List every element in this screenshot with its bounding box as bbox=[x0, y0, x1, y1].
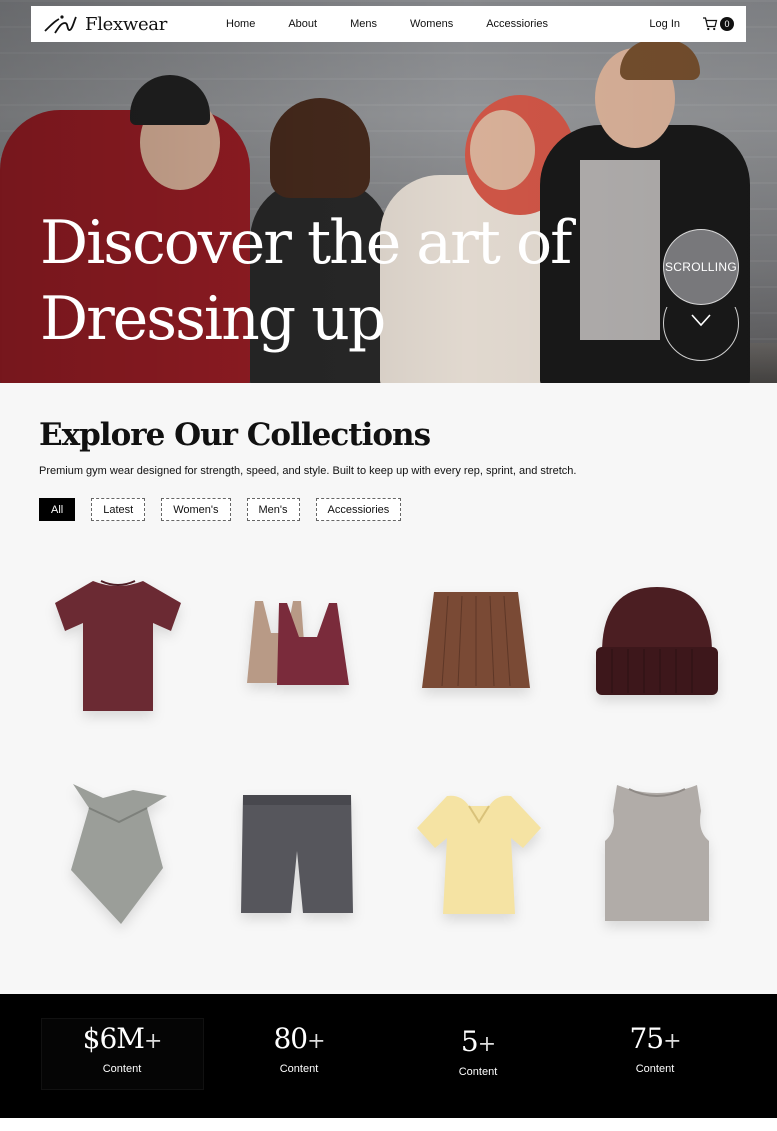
stats-bar: $6M+ Content 80+ Content 5+ Content 75+ … bbox=[0, 994, 777, 1118]
stat-3-label: Content bbox=[458, 1066, 498, 1078]
stat-3-value: 5+ bbox=[398, 1025, 558, 1058]
stat-4-number: 75 bbox=[629, 1022, 664, 1055]
product-grey-scarf[interactable] bbox=[43, 773, 193, 933]
stat-2-plus: + bbox=[307, 1029, 325, 1054]
scarf-image bbox=[71, 784, 167, 924]
stat-3-plus: + bbox=[477, 1032, 496, 1057]
stat-2-number: 80 bbox=[273, 1022, 308, 1055]
collections-title: Explore Our Collections bbox=[39, 417, 431, 453]
product-grey-shorts[interactable] bbox=[222, 773, 372, 933]
sports-bra-image bbox=[247, 601, 349, 685]
filter-all[interactable]: All bbox=[39, 498, 76, 521]
skirt-image bbox=[422, 592, 530, 688]
product-yellow-blouse[interactable] bbox=[403, 773, 553, 933]
beanie-image bbox=[596, 587, 718, 695]
shorts-image bbox=[241, 794, 353, 913]
product-maroon-beanie[interactable] bbox=[582, 563, 732, 723]
scrolling-label: SCROLLING bbox=[664, 260, 738, 274]
tshirt-image bbox=[55, 580, 181, 711]
hero-title-line1: Discover the art of bbox=[40, 208, 572, 278]
nav-links: Home About Mens Womens Accessiories bbox=[226, 18, 581, 30]
stat-2-label: Content bbox=[279, 1063, 319, 1075]
hero-banner: Discover the art of Dressing up SCROLLIN… bbox=[0, 0, 777, 383]
collections-section: Explore Our Collections Premium gym wear… bbox=[0, 383, 777, 994]
tank-top-image bbox=[605, 784, 709, 921]
brand-logo[interactable]: Flexwear bbox=[43, 13, 193, 35]
hero-title-line2: Dressing up bbox=[40, 284, 386, 354]
product-brown-skirt[interactable] bbox=[403, 563, 553, 723]
nav-link-womens[interactable]: Womens bbox=[410, 18, 453, 30]
nav-link-about[interactable]: About bbox=[288, 18, 317, 30]
stat-1: $6M+ Content bbox=[42, 1022, 202, 1075]
chevron-down-icon[interactable] bbox=[690, 313, 712, 327]
product-sports-bras[interactable] bbox=[222, 563, 372, 723]
brand-name: Flexwear bbox=[85, 13, 168, 35]
nav-link-accessories[interactable]: Accessiories bbox=[486, 18, 548, 30]
stat-4: 75+ Content bbox=[575, 1022, 735, 1075]
product-maroon-tshirt[interactable] bbox=[43, 563, 193, 723]
filter-tabs: All Latest Women's Men's Accessiories bbox=[39, 498, 402, 521]
scrolling-button[interactable]: SCROLLING bbox=[663, 229, 739, 305]
filter-mens[interactable]: Men's bbox=[246, 498, 300, 521]
cart-count-badge: 0 bbox=[720, 17, 734, 31]
stat-3: 5+ Content bbox=[398, 1025, 558, 1078]
stat-3-number: 5 bbox=[460, 1025, 479, 1058]
collections-subtitle: Premium gym wear designed for strength, … bbox=[39, 465, 577, 477]
product-grey-tank-top[interactable] bbox=[582, 773, 732, 933]
cart-icon bbox=[703, 17, 718, 31]
filter-womens[interactable]: Women's bbox=[161, 498, 231, 521]
stat-1-number: $6M bbox=[82, 1022, 145, 1055]
stat-1-label: Content bbox=[102, 1063, 142, 1075]
stat-4-label: Content bbox=[635, 1063, 675, 1075]
nav-link-mens[interactable]: Mens bbox=[350, 18, 377, 30]
stat-2: 80+ Content bbox=[219, 1022, 379, 1075]
hero-title: Discover the art of Dressing up bbox=[40, 205, 600, 357]
stat-1-value: $6M+ bbox=[42, 1022, 202, 1055]
stat-1-plus: + bbox=[143, 1029, 162, 1054]
login-link[interactable]: Log In bbox=[649, 18, 680, 30]
stat-4-plus: + bbox=[663, 1029, 681, 1054]
stat-4-value: 75+ bbox=[575, 1022, 735, 1055]
blouse-image bbox=[416, 795, 541, 914]
nav-link-home[interactable]: Home bbox=[226, 18, 255, 30]
filter-latest[interactable]: Latest bbox=[91, 498, 146, 521]
cart-button[interactable]: 0 bbox=[702, 17, 734, 31]
nav-right: Log In 0 bbox=[649, 17, 734, 31]
top-navbar: Flexwear Home About Mens Womens Accessio… bbox=[31, 6, 746, 42]
filter-accessories[interactable]: Accessiories bbox=[315, 498, 402, 521]
stat-2-value: 80+ bbox=[219, 1022, 379, 1055]
flexwear-logo-icon bbox=[44, 15, 77, 34]
